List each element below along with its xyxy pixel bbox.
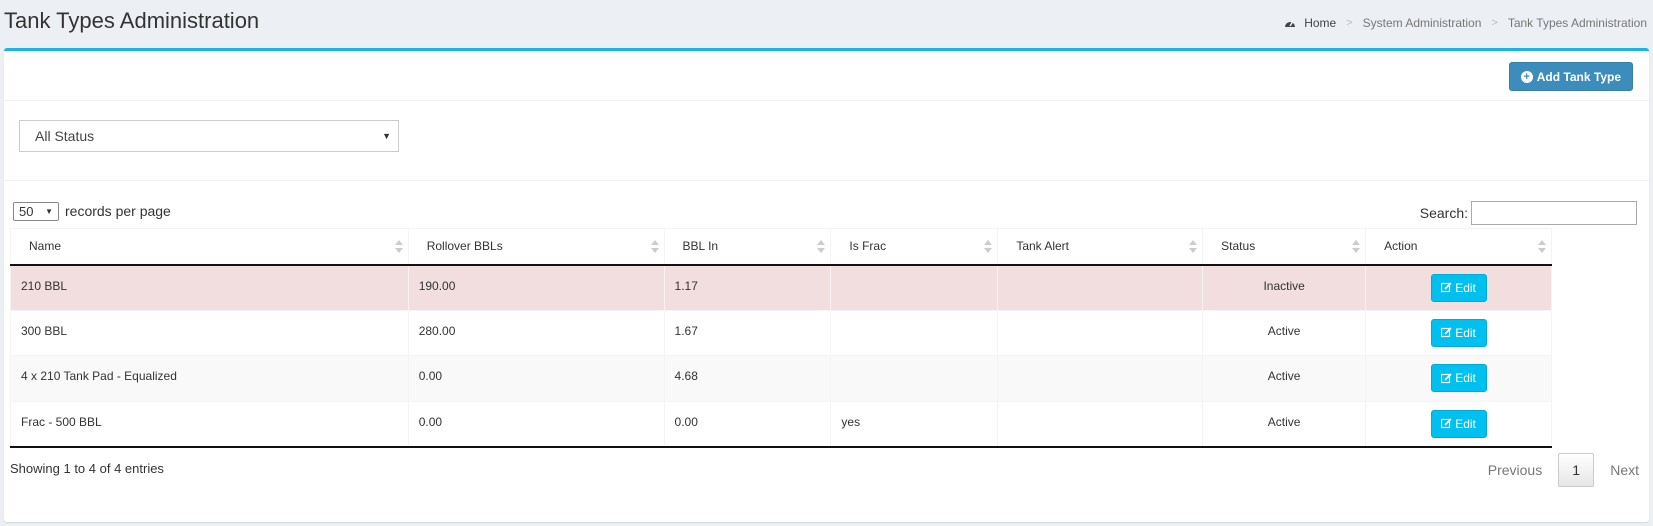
table-row: 4 x 210 Tank Pad - Equalized 0.00 4.68 A… — [10, 355, 1552, 402]
pagination-page-1[interactable]: 1 — [1558, 453, 1595, 487]
dashboard-icon — [1285, 21, 1296, 27]
cell-action: Edit — [1365, 264, 1552, 311]
table-header-row: Name Rollover BBLs BBL In Is Frac Tank A… — [10, 228, 1552, 266]
status-filter-value: All Status — [35, 128, 95, 144]
cell-is-frac — [830, 264, 999, 311]
edit-button-label: Edit — [1455, 416, 1476, 431]
cell-rollover: 0.00 — [408, 355, 665, 402]
records-per-page-select[interactable]: 50 ▼ — [13, 202, 59, 221]
cell-rollover: 190.00 — [408, 264, 665, 311]
cell-tank-alert — [997, 355, 1204, 402]
cell-status: Active — [1202, 355, 1367, 402]
sort-icon — [394, 240, 403, 253]
cell-rollover: 280.00 — [408, 310, 665, 356]
cell-name: 210 BBL — [10, 264, 409, 311]
edit-icon — [1441, 372, 1452, 383]
breadcrumb-home-label: Home — [1304, 16, 1337, 30]
column-header-name[interactable]: Name — [10, 228, 409, 266]
column-header-rollover-bbls[interactable]: Rollover BBLs — [408, 228, 665, 266]
breadcrumb-separator: > — [1491, 17, 1498, 29]
edit-icon — [1441, 327, 1452, 338]
cell-is-frac — [830, 355, 999, 402]
column-header-action[interactable]: Action — [1365, 228, 1552, 266]
table-row: 300 BBL 280.00 1.67 Active Edit — [10, 310, 1552, 356]
box-header: + Add Tank Type — [4, 51, 1649, 101]
cell-name: Frac - 500 BBL — [10, 401, 409, 448]
cell-bbl-in: 1.67 — [664, 310, 832, 356]
cell-status: Active — [1202, 310, 1367, 356]
records-per-page-value: 50 — [19, 204, 34, 219]
cell-tank-alert — [997, 401, 1204, 448]
datatable-controls: 50 ▼ records per page Search: — [4, 181, 1649, 231]
search-label: Search: — [1419, 205, 1468, 221]
edit-button[interactable]: Edit — [1430, 318, 1487, 347]
pagination: Previous 1 Next — [1488, 453, 1639, 487]
cell-rollover: 0.00 — [408, 401, 665, 448]
cell-bbl-in: 0.00 — [664, 401, 832, 448]
cell-action: Edit — [1365, 355, 1552, 402]
edit-icon — [1441, 282, 1452, 293]
cell-is-frac: yes — [830, 401, 999, 448]
pagination-previous[interactable]: Previous — [1488, 462, 1542, 478]
table-row: Frac - 500 BBL 0.00 0.00 yes Active Edit — [10, 401, 1552, 448]
breadcrumb-item-current: Tank Types Administration — [1507, 16, 1647, 30]
table-info: Showing 1 to 4 of 4 entries — [10, 461, 164, 476]
sort-icon — [984, 240, 993, 253]
tank-types-table: Name Rollover BBLs BBL In Is Frac Tank A… — [10, 228, 1552, 448]
edit-button[interactable]: Edit — [1430, 364, 1487, 392]
add-tank-type-button[interactable]: + Add Tank Type — [1508, 62, 1633, 91]
cell-tank-alert — [997, 310, 1204, 356]
add-tank-type-label: Add Tank Type — [1536, 69, 1621, 84]
breadcrumb-home[interactable]: Home — [1284, 16, 1336, 30]
column-header-status[interactable]: Status — [1202, 228, 1367, 266]
table-row: 210 BBL 190.00 1.17 Inactive Edit — [10, 264, 1552, 311]
breadcrumb-item-system-administration[interactable]: System Administration — [1363, 16, 1482, 30]
column-header-is-frac[interactable]: Is Frac — [830, 228, 999, 266]
sort-icon — [817, 240, 826, 253]
cell-name: 4 x 210 Tank Pad - Equalized — [10, 355, 409, 402]
sort-icon — [1352, 240, 1361, 253]
chevron-down-icon: ▼ — [382, 131, 391, 141]
edit-icon — [1441, 418, 1452, 429]
column-header-tank-alert[interactable]: Tank Alert — [997, 228, 1204, 266]
sort-icon — [1538, 240, 1546, 253]
edit-button-label: Edit — [1455, 371, 1476, 385]
cell-is-frac — [830, 310, 999, 356]
cell-bbl-in: 4.68 — [664, 355, 832, 402]
plus-circle-icon: + — [1520, 70, 1533, 83]
breadcrumb: Home > System Administration > Tank Type… — [1284, 16, 1647, 30]
page-title: Tank Types Administration — [4, 8, 260, 33]
breadcrumb-separator: > — [1346, 17, 1353, 29]
pagination-next[interactable]: Next — [1610, 462, 1639, 478]
cell-name: 300 BBL — [10, 310, 409, 356]
edit-button[interactable]: Edit — [1430, 409, 1487, 438]
edit-button[interactable]: Edit — [1430, 273, 1487, 302]
status-filter-select[interactable]: All Status ▼ — [19, 120, 399, 152]
cell-tank-alert — [997, 264, 1204, 311]
cell-action: Edit — [1365, 310, 1552, 356]
chevron-down-icon: ▼ — [45, 207, 53, 216]
cell-action: Edit — [1365, 401, 1552, 448]
cell-bbl-in: 1.17 — [664, 264, 832, 311]
edit-button-label: Edit — [1455, 280, 1476, 295]
filter-row: All Status ▼ — [4, 101, 1649, 181]
sort-icon — [650, 240, 659, 253]
records-per-page-label: records per page — [65, 203, 171, 219]
edit-button-label: Edit — [1455, 325, 1476, 340]
cell-status: Inactive — [1202, 264, 1367, 311]
sort-icon — [1189, 240, 1198, 253]
cell-status: Active — [1202, 401, 1367, 448]
search-input[interactable] — [1471, 201, 1637, 225]
column-header-bbl-in[interactable]: BBL In — [664, 228, 832, 266]
